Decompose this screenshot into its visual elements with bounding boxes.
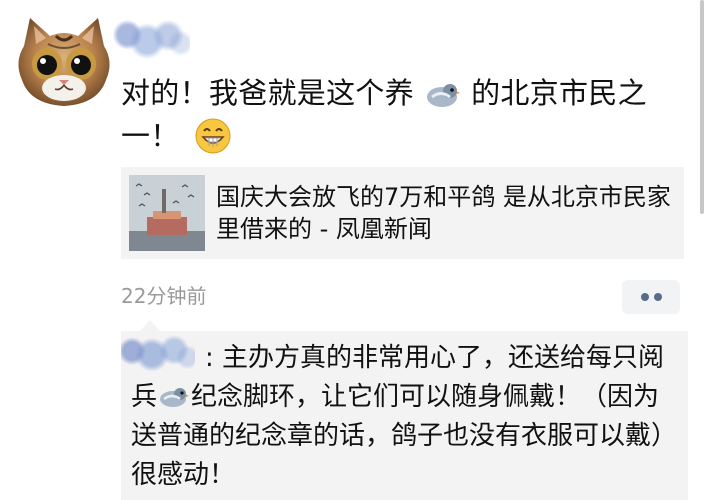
scrollbar[interactable]	[700, 0, 704, 214]
username-blur[interactable]	[112, 18, 190, 60]
grinning-face-icon	[195, 118, 231, 154]
more-dot-right	[654, 293, 662, 301]
comment-text-part-2: 纪念脚环，让它们可以随身佩戴！（因为送普通的纪念章的话，鸽子也没有衣服可以戴）很…	[131, 382, 678, 490]
post-time: 22分钟前	[121, 284, 207, 308]
comment-pigeon-icon	[160, 388, 190, 407]
comment-content: : 主办方真的非常用心了，还送给每只阅兵 纪念脚环，让它们可以随身佩戴！（因为送…	[131, 339, 681, 495]
link-thumbnail	[129, 175, 205, 251]
post-content: 对的！我爸就是这个养 的北京市民之一！	[121, 72, 681, 158]
post-text-part-1: 对的！我爸就是这个养	[121, 76, 415, 110]
comment-box[interactable]: : 主办方真的非常用心了，还送给每只阅兵 纪念脚环，让它们可以随身佩戴！（因为送…	[121, 331, 688, 500]
comment-pointer	[140, 320, 160, 331]
link-title: 国庆大会放飞的7万和平鸽 是从北京市民家里借来的 - 凤凰新闻	[216, 183, 671, 243]
more-dot-left	[641, 293, 649, 301]
shared-link-card[interactable]: 国庆大会放飞的7万和平鸽 是从北京市民家里借来的 - 凤凰新闻	[121, 167, 684, 259]
cat-avatar[interactable]	[12, 16, 116, 108]
more-options-button[interactable]	[622, 280, 680, 314]
pigeon-icon	[426, 84, 460, 107]
